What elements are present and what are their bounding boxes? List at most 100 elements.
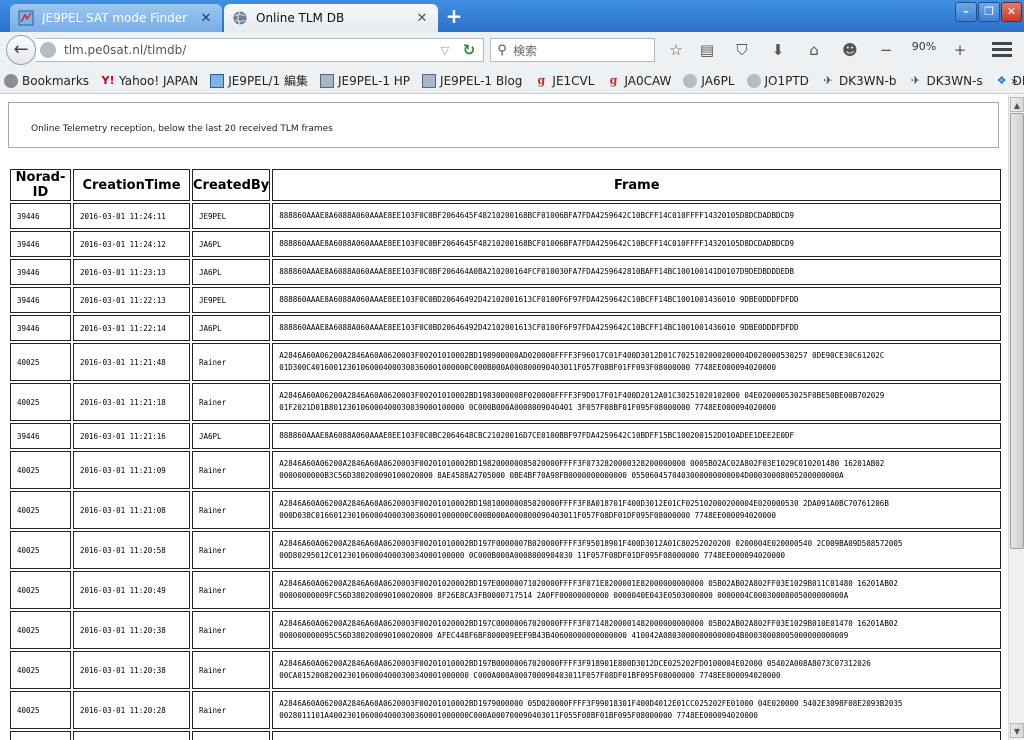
creation-time-cell: 2016-03-01 11:20:38	[73, 651, 190, 689]
frame-hex-line: 01F2021D01B80123010600040003003900010000…	[279, 403, 776, 412]
norad-id-cell: 39446	[10, 315, 71, 341]
address-bar[interactable]: tlm.pe0sat.nl/tlmdb/ ▽ ↻	[36, 38, 484, 62]
bookmark-label: JA6PL	[701, 73, 735, 88]
frame-hex-line: 888860AAAE8A6088A060AAAE8EE103F0C0BD2064…	[279, 295, 799, 304]
bookmark-item[interactable]: JE9PEL/1 編集	[206, 72, 308, 89]
site-icon	[319, 73, 334, 88]
zoom-in-icon[interactable]: +	[949, 39, 971, 61]
frame-cell: A2846A60A06200A2846A60A0620003F002010100…	[272, 651, 1002, 689]
close-window-button[interactable]: ✕	[1001, 2, 1022, 22]
close-tab-icon[interactable]: ✕	[414, 11, 430, 26]
frame-cell: A2846A60A06200A2846A60A0620003F002010100…	[272, 491, 1002, 529]
created-by-cell: JE9PEL	[192, 287, 271, 313]
creation-time-cell: 2016-03-01 11:21:16	[73, 423, 190, 449]
column-header-creation-time: CreationTime	[73, 169, 190, 201]
navigation-toolbar: ← tlm.pe0sat.nl/tlmdb/ ▽ ↻ ⚲ 検索 ☆ ▤ ⛉ ⬇ …	[0, 32, 1024, 68]
frame-hex-line: A2846A60A06200A2846A60A0620003F002010100…	[279, 499, 889, 508]
norad-id-cell: 39446	[10, 203, 71, 229]
zoom-out-icon[interactable]: −	[875, 39, 897, 61]
bookmark-item[interactable]: Y! Yahoo! JAPAN	[97, 74, 199, 88]
frame-hex-line: 000000000095C56D380200090100020000 AFEC4…	[279, 631, 849, 640]
creation-time-cell: 2016-03-01 11:20:49	[73, 571, 190, 609]
scrollbar-thumb[interactable]	[1010, 113, 1024, 549]
bookmark-item[interactable]: JE9PEL-1 HP	[316, 73, 410, 88]
bookmarks-overflow-icon[interactable]: »	[1011, 74, 1018, 88]
menu-hamburger-icon[interactable]	[990, 40, 1014, 60]
frame-hex-line: A2846A60A06200A2846A60A0620003F002010100…	[279, 659, 871, 668]
frame-hex-line: 0000000000B3C56D380200090100020000 8AE45…	[279, 471, 844, 480]
home-icon[interactable]: ⌂	[803, 39, 825, 61]
frame-hex-line: 01D300C401600123010600040003003600010000…	[279, 363, 776, 372]
search-input[interactable]: ⚲ 検索	[490, 38, 655, 62]
minimize-window-button[interactable]: –	[955, 2, 977, 22]
table-row: 39446 2016-03-01 11:22:13 JE9PEL 888860AAAE…	[10, 287, 1002, 313]
history-dropdown-icon[interactable]: ▽	[435, 44, 455, 57]
maximize-window-button[interactable]: ❐	[978, 2, 1000, 22]
creation-time-cell: 2016-03-01 11:21:18	[73, 383, 190, 421]
tab-online-tlm-db[interactable]: Online TLM DB ✕	[224, 4, 438, 32]
column-header-norad-id: Norad-ID	[10, 169, 71, 201]
bookmark-item[interactable]: ❖ DK3WN-d	[991, 74, 1024, 88]
bookmark-item[interactable]: Bookmarks	[0, 73, 89, 88]
tab-label: JE9PEL SAT mode Finder	[42, 11, 188, 25]
pocket-icon[interactable]: ⛉	[731, 39, 753, 61]
bookmark-item[interactable]: JA6PL	[679, 73, 735, 88]
bookmark-label: DK3WN-b	[838, 73, 897, 88]
norad-id-cell: 39446	[10, 231, 71, 257]
url-text: tlm.pe0sat.nl/tlmdb/	[64, 43, 187, 57]
globe-icon	[233, 11, 247, 25]
back-button[interactable]: ←	[6, 35, 36, 65]
table-row: 40025 2016-03-01 11:21:09 Rainer A2846A60A0…	[10, 451, 1002, 489]
table-row: 39446 2016-03-01 11:22:14 JA6PL 888860AAAE8…	[10, 315, 1002, 341]
intro-text: Online Telemetry reception, below the la…	[31, 124, 333, 134]
bookmark-item[interactable]: ✈ DK3WN-s	[904, 73, 983, 88]
site-identity-icon[interactable]	[40, 42, 56, 58]
table-row: 40025 2016-03-01 11:20:58 Rainer A2846A60A0…	[10, 531, 1002, 569]
scroll-down-arrow-icon[interactable]: ▼	[1010, 723, 1024, 738]
dropbox-icon: ❖	[996, 73, 1007, 87]
bookmark-label: JO1PTD	[764, 73, 809, 88]
bookmark-label: JE9PEL/1 編集	[228, 74, 308, 88]
creation-time-cell: 2016-03-01 11:20:58	[73, 531, 190, 569]
created-by-cell: Rainer	[192, 383, 271, 421]
zoom-level[interactable]: 90%	[906, 40, 942, 53]
frame-cell: A2846A60A06200A2846A60A0620003F002010100…	[272, 383, 1002, 421]
window-titlebar: JE9PEL SAT mode Finder ✕ Online TLM DB ✕…	[0, 0, 1024, 32]
bookmark-label: DK3WN-s	[926, 73, 983, 88]
scroll-up-arrow-icon[interactable]: ▲	[1010, 97, 1024, 112]
table-row: 40025 2016-03-01 11:20:38 Rainer A2846A60A0…	[10, 611, 1002, 649]
frame-hex-line: 888860AAAE8A6088A060AAAE8EE103F0C0BF2064…	[279, 239, 795, 248]
chat-smiley-icon[interactable]: ☻	[839, 39, 861, 61]
column-header-created-by: CreatedBy	[192, 169, 271, 201]
bookmark-item[interactable]: JO1PTD	[743, 73, 809, 88]
created-by-cell: JA6PL	[192, 423, 271, 449]
frame-hex-line: 00000000009FC56D380200090100020000 8F26E…	[279, 591, 849, 600]
bookmark-item[interactable]: g JE1CVL	[530, 74, 595, 88]
bookmark-item[interactable]: ✈ DK3WN-b	[817, 73, 897, 88]
created-by-cell: Rainer	[192, 343, 271, 381]
new-tab-button[interactable]: +	[444, 6, 464, 26]
search-placeholder: 検索	[513, 43, 538, 58]
vertical-scrollbar[interactable]: ▲ ▼	[1008, 95, 1024, 740]
creation-time-cell: 2016-03-01 11:21:09	[73, 451, 190, 489]
table-row: 40025 2016-03-01 11:21:48 Rainer A2846A60A0…	[10, 343, 1002, 381]
frame-hex-line: A2846A60A06200A2846A60A0620003F002010100…	[279, 391, 885, 400]
table-row: 39446 2016-03-01 11:21:16 JA6PL 888860AAAE8…	[10, 423, 1002, 449]
norad-id-cell: 40025	[10, 343, 71, 381]
table-row: 40025 2016-03-01 11:20:38 Rainer A2846A60A0…	[10, 651, 1002, 689]
bookmark-item[interactable]: g JA0CAW	[602, 74, 672, 88]
bookmark-star-icon[interactable]: ☆	[665, 39, 687, 61]
bookmarks-list-icon[interactable]: ▤	[696, 39, 718, 61]
frame-cell: A2846A60A06200A2846A60A0620003F002010100…	[272, 691, 1002, 729]
bookmark-item[interactable]: JE9PEL-1 Blog	[418, 73, 522, 88]
reload-icon[interactable]: ↻	[455, 41, 483, 59]
frame-cell: A2846A60A06200A2846A60A0620003F002010100…	[272, 343, 1002, 381]
creation-time-cell: 2016-03-01 11:22:13	[73, 287, 190, 313]
download-icon[interactable]: ⬇	[767, 39, 789, 61]
creation-time-cell: 2016-03-01 11:22:14	[73, 315, 190, 341]
created-by-cell: JA6PL	[192, 259, 271, 285]
tab-je9pel-sat-mode-finder[interactable]: JE9PEL SAT mode Finder ✕	[10, 4, 222, 32]
norad-id-cell: 39446	[10, 259, 71, 285]
close-tab-icon[interactable]: ✕	[198, 11, 214, 26]
norad-id-cell: 40025	[10, 571, 71, 609]
